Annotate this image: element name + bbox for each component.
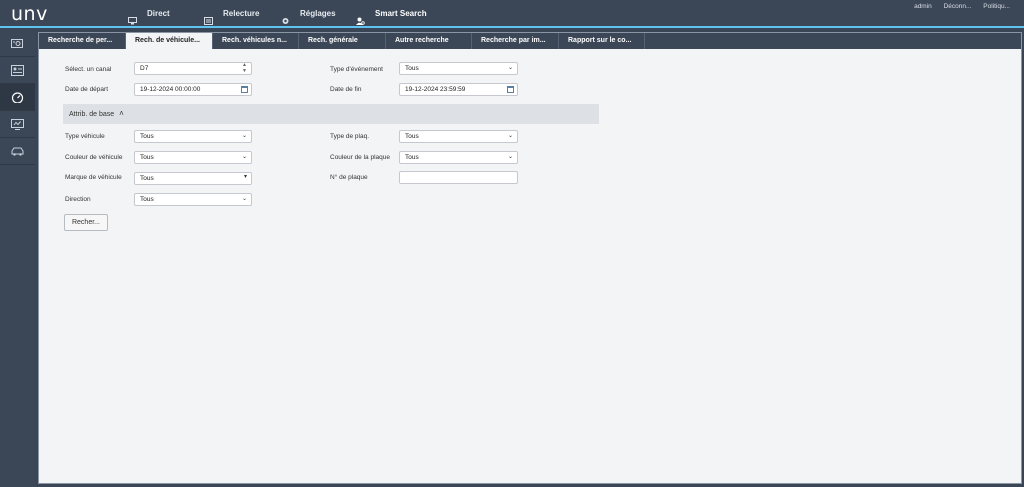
tab-report[interactable]: Rapport sur le co...: [559, 33, 645, 49]
search-button[interactable]: Recher...: [64, 214, 108, 231]
chevron-down-icon: ⌄: [507, 133, 513, 139]
vehicle-type-select[interactable]: Tous ⌄: [134, 130, 252, 143]
start-date-label: Date de départ: [65, 86, 109, 93]
sidebar: [0, 30, 35, 487]
monitor-icon: [128, 9, 137, 25]
direction-select[interactable]: Tous ⌄: [134, 193, 252, 206]
event-type-select[interactable]: Tous ⌄: [399, 62, 518, 75]
logout-link[interactable]: Déconn...: [944, 3, 972, 10]
nav-smart-search[interactable]: Smart Search: [356, 0, 427, 28]
spinner-icon: ▲ ▼: [242, 62, 247, 74]
plate-number-input[interactable]: [399, 171, 518, 184]
nav-live-label: Direct: [147, 9, 170, 18]
top-bar: unv Direct Relecture Réglages Smart Sear…: [0, 0, 1024, 28]
top-right-menu: admin Déconn... Politiqu...: [904, 3, 1010, 10]
chevron-down-icon: ⌄: [241, 196, 247, 202]
vehicle-color-select[interactable]: Tous ⌄: [134, 151, 252, 164]
gear-icon: [281, 9, 290, 24]
tab-general-search[interactable]: Rech. générale: [299, 33, 386, 49]
nav-settings[interactable]: Réglages: [281, 0, 336, 28]
end-date-field[interactable]: 19-12-2024 23:59:59: [399, 83, 518, 96]
plate-type-value: Tous: [405, 133, 419, 140]
sidebar-item-vehicle-search[interactable]: [0, 84, 35, 111]
channel-select[interactable]: D7 ▲ ▼: [134, 62, 252, 75]
sidebar-item-monitor[interactable]: [0, 111, 35, 138]
sidebar-item-id[interactable]: [0, 57, 35, 84]
end-date-label: Date de fin: [330, 86, 362, 93]
channel-label: Sélect. un canal: [65, 66, 112, 73]
tab-vehicle-search[interactable]: Rech. de véhicule...: [126, 33, 213, 49]
brand-logo: unv: [11, 3, 48, 25]
nav-settings-label: Réglages: [300, 9, 336, 18]
brand-label: Marque de véhicule: [65, 174, 122, 181]
calendar-icon[interactable]: [507, 86, 514, 93]
plate-number-label: N° de plaque: [330, 174, 368, 181]
nav-live[interactable]: Direct: [128, 0, 170, 28]
plate-type-select[interactable]: Tous ⌄: [399, 130, 518, 143]
brand-value: Tous: [140, 175, 154, 182]
playback-icon: [204, 9, 213, 25]
tab-person-search[interactable]: Recherche de per...: [39, 33, 126, 49]
plate-color-select[interactable]: Tous ⌄: [399, 151, 518, 164]
calendar-icon[interactable]: [241, 86, 248, 93]
tab-other-search[interactable]: Autre recherche: [386, 33, 472, 49]
speedometer-icon: [11, 91, 24, 103]
vehicle-type-value: Tous: [140, 133, 154, 140]
plate-color-value: Tous: [405, 154, 419, 161]
chevron-down-icon: ⌄: [507, 154, 513, 160]
nav-playback[interactable]: Relecture: [204, 0, 259, 28]
tab-image-search[interactable]: Recherche par im...: [472, 33, 559, 49]
monitor-icon: [11, 118, 24, 130]
caret-down-icon: ▾: [243, 174, 247, 180]
plate-color-label: Couleur de la plaque: [330, 154, 390, 161]
user-name[interactable]: admin: [914, 3, 932, 10]
vehicle-color-value: Tous: [140, 154, 154, 161]
chevron-down-icon: ⌄: [241, 133, 247, 139]
channel-value: D7: [140, 65, 149, 72]
chevron-down-icon: ⌄: [241, 154, 247, 160]
car-icon: [11, 147, 24, 156]
nav-playback-label: Relecture: [223, 9, 260, 18]
event-type-value: Tous: [405, 65, 419, 72]
person-search-icon: [356, 9, 365, 25]
end-date-value: 19-12-2024 23:59:59: [405, 86, 466, 93]
main-panel: Recherche de per... Rech. de véhicule...…: [38, 32, 1022, 484]
vehicle-color-label: Couleur de véhicule: [65, 154, 123, 161]
chevron-up-icon: ˄: [119, 109, 124, 118]
sidebar-item-car[interactable]: [0, 138, 35, 165]
start-date-field[interactable]: 19-12-2024 00:00:00: [134, 83, 252, 96]
basic-attributes-section[interactable]: Attrib. de base ˄: [63, 104, 599, 124]
brand-select[interactable]: Tous ▾: [134, 172, 252, 185]
direction-label: Direction: [65, 196, 91, 203]
event-type-label: Type d'événement: [330, 66, 383, 73]
chevron-down-icon: ⌄: [507, 65, 513, 71]
vehicle-type-label: Type véhicule: [65, 133, 105, 140]
plate-type-label: Type de plaq.: [330, 133, 370, 140]
section-title: Attrib. de base: [69, 111, 115, 118]
direction-value: Tous: [140, 196, 154, 203]
tab-non-motor-vehicle-search[interactable]: Rech. véhicules n...: [213, 33, 299, 49]
sidebar-item-face[interactable]: [0, 30, 35, 57]
id-card-icon: [11, 64, 24, 76]
nav-smart-search-label: Smart Search: [375, 9, 427, 18]
start-date-value: 19-12-2024 00:00:00: [140, 86, 201, 93]
policy-link[interactable]: Politiqu...: [983, 3, 1010, 10]
tab-bar: Recherche de per... Rech. de véhicule...…: [39, 33, 1021, 49]
face-card-icon: [11, 38, 23, 48]
